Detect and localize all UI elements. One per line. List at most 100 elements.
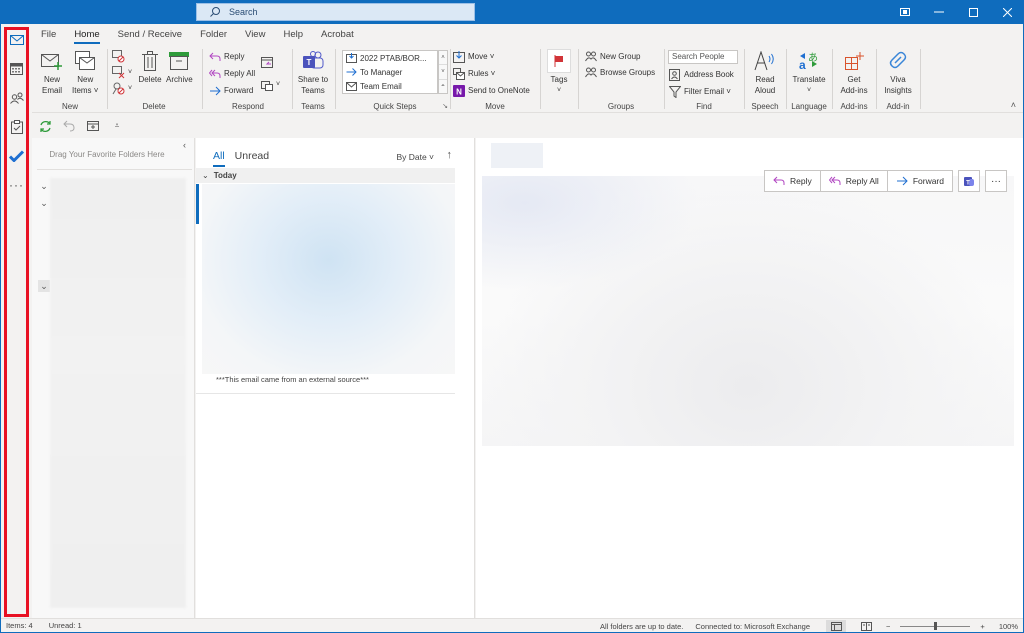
read-aloud-icon bbox=[754, 51, 774, 71]
quick-steps-scroll[interactable]: ˄ ˅ ⩡ bbox=[438, 50, 448, 94]
scroll-down-icon[interactable]: ˅ bbox=[439, 65, 447, 80]
external-source-note: ***This email came from an external sour… bbox=[216, 375, 369, 384]
zoom-out-button[interactable]: − bbox=[886, 622, 890, 631]
nav-calendar[interactable] bbox=[7, 59, 26, 78]
folder-pane: ‹ Drag Your Favorite Folders Here ⌄ ⌄ ⌄ bbox=[32, 138, 195, 618]
customize-dropdown-icon: ⩡ bbox=[114, 121, 120, 130]
tab-send-receive[interactable]: Send / Receive bbox=[109, 25, 191, 45]
coming-soon-button[interactable] bbox=[888, 0, 922, 24]
reading-forward-button[interactable]: Forward bbox=[888, 171, 952, 191]
filter-icon bbox=[668, 85, 681, 98]
send-receive-all-button[interactable] bbox=[38, 119, 52, 133]
zoom-slider[interactable] bbox=[900, 621, 971, 631]
meeting-reply-button[interactable] bbox=[260, 54, 276, 69]
email-list-item-redacted[interactable] bbox=[202, 184, 455, 374]
expand-chevron-icon[interactable]: ⌄ bbox=[38, 280, 50, 292]
reading-more-button[interactable]: ··· bbox=[985, 170, 1007, 192]
sort-direction-icon[interactable]: ↑ bbox=[447, 149, 453, 161]
new-items-button[interactable]: New Items ˅ bbox=[72, 49, 98, 96]
quick-step-ptab[interactable]: 2022 PTAB/BOR... bbox=[343, 51, 437, 65]
delete-button[interactable]: Delete bbox=[138, 49, 162, 85]
move-button[interactable]: Move ˅ bbox=[452, 49, 494, 64]
ribbon-tabs: File Home Send / Receive Folder View Hel… bbox=[32, 25, 363, 45]
filter-email-button[interactable]: Filter Email ˅ bbox=[668, 84, 731, 99]
filter-all[interactable]: All bbox=[213, 150, 225, 167]
send-to-onenote-button[interactable]: N Send to OneNote bbox=[452, 83, 530, 98]
clean-up-button[interactable]: ˅ bbox=[112, 65, 132, 80]
search-box[interactable]: Search bbox=[196, 3, 475, 21]
share-to-teams-button[interactable]: T Share to Teams bbox=[296, 49, 330, 96]
sort-by-dropdown[interactable]: By Date ˅ bbox=[396, 152, 434, 162]
reply-button[interactable]: Reply bbox=[208, 49, 244, 64]
scroll-up-icon[interactable]: ˄ bbox=[439, 51, 447, 66]
mail-icon bbox=[9, 34, 24, 45]
new-window-button[interactable] bbox=[86, 119, 100, 133]
address-book-button[interactable]: Address Book bbox=[668, 67, 734, 82]
quick-step-team-email[interactable]: Team Email bbox=[343, 79, 437, 93]
undo-button[interactable] bbox=[62, 119, 76, 133]
tab-view[interactable]: View bbox=[236, 25, 274, 45]
collapse-folder-pane-icon[interactable]: ‹ bbox=[183, 140, 186, 150]
customize-qat-button[interactable]: ⩡ bbox=[110, 119, 124, 133]
viva-insights-button[interactable]: Viva Insights bbox=[880, 49, 916, 96]
zoom-slider-thumb[interactable] bbox=[933, 622, 937, 630]
expand-gallery-icon[interactable]: ⩡ bbox=[439, 80, 447, 93]
ignore-button[interactable] bbox=[112, 49, 128, 64]
forward-button[interactable]: Forward bbox=[208, 83, 253, 98]
reply-all-button[interactable]: Reply All bbox=[208, 66, 255, 81]
tab-acrobat[interactable]: Acrobat bbox=[312, 25, 363, 45]
search-people-input[interactable]: Search People bbox=[668, 50, 738, 64]
reply-all-icon bbox=[828, 176, 841, 185]
tab-file[interactable]: File bbox=[32, 25, 65, 45]
group-addin: Viva Insights Add-in bbox=[878, 47, 918, 111]
expand-chevron-icon[interactable]: ⌄ bbox=[38, 197, 50, 209]
reading-reply-all-button[interactable]: Reply All bbox=[821, 171, 888, 191]
junk-button[interactable]: ˅ bbox=[112, 81, 132, 96]
tab-folder[interactable]: Folder bbox=[191, 25, 236, 45]
tab-home[interactable]: Home bbox=[65, 25, 108, 45]
address-book-icon bbox=[669, 68, 680, 81]
message-actions: Reply Reply All Forward T ··· bbox=[764, 170, 1007, 192]
new-email-button[interactable]: New Email bbox=[40, 49, 64, 96]
rules-button[interactable]: Rules ˅ bbox=[452, 66, 495, 81]
nav-tasks[interactable] bbox=[7, 117, 26, 136]
dialog-launcher-icon[interactable]: ↘ bbox=[442, 102, 448, 110]
new-group-button[interactable]: New Group bbox=[584, 49, 640, 64]
translate-button[interactable]: aあ Translate ˅ bbox=[790, 49, 828, 96]
expand-chevron-icon[interactable]: ⌄ bbox=[38, 180, 50, 192]
read-aloud-button[interactable]: Read Aloud bbox=[748, 49, 782, 96]
close-button[interactable] bbox=[990, 0, 1024, 24]
group-header-today[interactable]: ⌄ Today bbox=[196, 168, 455, 183]
collapse-ribbon-icon[interactable]: ˄ bbox=[1011, 100, 1016, 110]
reading-view-icon bbox=[860, 621, 872, 631]
reading-reply-button[interactable]: Reply bbox=[765, 171, 821, 191]
nav-more[interactable]: ··· bbox=[7, 175, 26, 194]
refresh-icon bbox=[39, 120, 51, 132]
nav-people[interactable] bbox=[7, 88, 26, 107]
coming-soon-icon bbox=[900, 8, 910, 16]
tab-help[interactable]: Help bbox=[274, 25, 312, 45]
flag-icon bbox=[554, 55, 563, 67]
more-respond-button[interactable]: ˅ bbox=[260, 77, 280, 92]
zoom-in-button[interactable]: + bbox=[980, 622, 984, 631]
reading-view-button[interactable] bbox=[856, 620, 876, 633]
nav-mail[interactable] bbox=[7, 30, 26, 49]
archive-button[interactable]: Archive bbox=[166, 49, 193, 85]
filter-unread[interactable]: Unread bbox=[235, 150, 269, 162]
meeting-reply-icon bbox=[260, 56, 273, 68]
maximize-button[interactable] bbox=[956, 0, 990, 24]
search-placeholder: Search bbox=[229, 7, 258, 17]
calendar-icon bbox=[10, 62, 23, 75]
group-teams: T Share to Teams Teams bbox=[294, 47, 332, 111]
normal-view-button[interactable] bbox=[826, 619, 847, 633]
quick-step-to-manager[interactable]: To Manager bbox=[343, 65, 437, 79]
reading-teams-button[interactable]: T bbox=[958, 170, 980, 192]
get-addins-button[interactable]: Get Add-ins bbox=[836, 49, 872, 96]
nav-todo[interactable] bbox=[7, 146, 26, 165]
browse-groups-button[interactable]: Browse Groups bbox=[584, 65, 655, 80]
more-icon: ··· bbox=[9, 177, 24, 192]
maximize-icon bbox=[968, 7, 978, 17]
unread-count: Unread: 1 bbox=[48, 621, 82, 630]
tags-button[interactable]: Tags ˅ bbox=[546, 49, 572, 96]
minimize-button[interactable] bbox=[922, 0, 956, 24]
